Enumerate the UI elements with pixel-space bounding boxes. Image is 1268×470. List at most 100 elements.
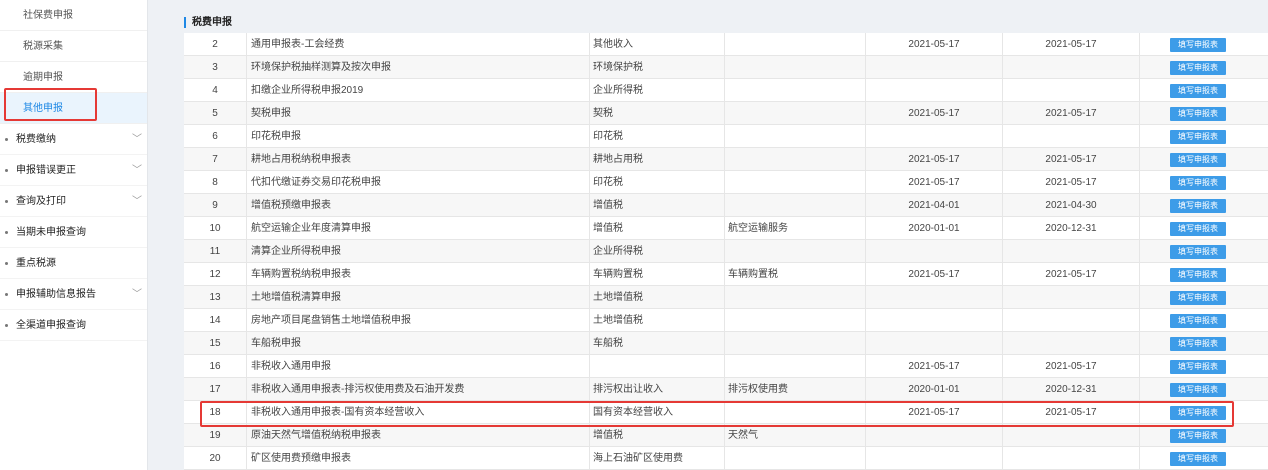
period-end-cell: 2021-05-17 <box>1003 171 1140 194</box>
tax-type-cell: 海上石油矿区使用费 <box>590 447 725 470</box>
action-cell: 填写申报表 <box>1140 424 1268 447</box>
tax-type-cell: 环境保护税 <box>590 56 725 79</box>
action-cell: 填写申报表 <box>1140 286 1268 309</box>
sidebar-item-key-tax-source[interactable]: 重点税源 <box>0 248 147 279</box>
row-number-cell: 20 <box>184 447 247 470</box>
tax-item-cell <box>725 240 866 263</box>
sidebar-subitem-tax-source[interactable]: 税源采集 <box>0 31 147 62</box>
action-cell: 填写申报表 <box>1140 148 1268 171</box>
sidebar-item-aux-info-report[interactable]: 申报辅助信息报告 ﹀ <box>0 279 147 310</box>
period-start-cell: 2021-05-17 <box>866 263 1003 286</box>
tax-type-cell: 土地增值税 <box>590 286 725 309</box>
period-start-cell <box>866 309 1003 332</box>
bullet-icon <box>5 262 8 265</box>
fill-declaration-button[interactable]: 填写申报表 <box>1170 314 1226 328</box>
sidebar-item-correction[interactable]: 申报错误更正 ﹀ <box>0 155 147 186</box>
period-start-cell <box>866 286 1003 309</box>
tax-type-cell: 车船税 <box>590 332 725 355</box>
declaration-name-cell: 代扣代缴证券交易印花税申报 <box>247 171 590 194</box>
tax-type-cell: 企业所得税 <box>590 79 725 102</box>
bullet-icon <box>5 324 8 327</box>
declaration-name-cell: 印花税申报 <box>247 125 590 148</box>
period-end-cell: 2021-05-17 <box>1003 102 1140 125</box>
declaration-name-cell: 非税收入通用申报表-国有资本经营收入 <box>247 401 590 424</box>
tax-type-cell: 增值税 <box>590 424 725 447</box>
sidebar-subitem-overdue[interactable]: 逾期申报 <box>0 62 147 93</box>
action-cell: 填写申报表 <box>1140 217 1268 240</box>
row-number-cell: 5 <box>184 102 247 125</box>
fill-declaration-button[interactable]: 填写申报表 <box>1170 360 1226 374</box>
table-row: 16 非税收入通用申报 2021-05-17 2021-05-17 填写申报表 <box>184 355 1268 378</box>
action-cell: 填写申报表 <box>1140 33 1268 56</box>
period-start-cell: 2021-04-01 <box>866 194 1003 217</box>
table-row: 4 扣缴企业所得税申报2019 企业所得税 填写申报表 <box>184 79 1268 102</box>
fill-declaration-button[interactable]: 填写申报表 <box>1170 222 1226 236</box>
fill-declaration-button[interactable]: 填写申报表 <box>1170 245 1226 259</box>
fill-declaration-button[interactable]: 填写申报表 <box>1170 383 1226 397</box>
table-row: 19 原油天然气增值税纳税申报表 增值税 天然气 填写申报表 <box>184 424 1268 447</box>
declaration-name-cell: 通用申报表-工会经费 <box>247 33 590 56</box>
action-cell: 填写申报表 <box>1140 125 1268 148</box>
chevron-down-icon: ﹀ <box>132 134 142 145</box>
sidebar-item-label: 税费缴纳 <box>16 134 56 145</box>
sidebar: 社保费申报 税源采集 逾期申报 其他申报 税费缴纳 ﹀ 申报错误更正 ﹀ 查询及… <box>0 0 148 470</box>
period-start-cell <box>866 332 1003 355</box>
fill-declaration-button[interactable]: 填写申报表 <box>1170 337 1226 351</box>
sidebar-item-omnichannel-query[interactable]: 全渠道申报查询 <box>0 310 147 341</box>
period-start-cell: 2021-05-17 <box>866 148 1003 171</box>
sidebar-subitem-social-security[interactable]: 社保费申报 <box>0 0 147 31</box>
row-number-cell: 2 <box>184 33 247 56</box>
fill-declaration-button[interactable]: 填写申报表 <box>1170 406 1226 420</box>
table-row: 3 环境保护税抽样测算及按次申报 环境保护税 填写申报表 <box>184 56 1268 79</box>
fill-declaration-button[interactable]: 填写申报表 <box>1170 153 1226 167</box>
fill-declaration-button[interactable]: 填写申报表 <box>1170 199 1226 213</box>
tax-type-cell: 印花税 <box>590 171 725 194</box>
fill-declaration-button[interactable]: 填写申报表 <box>1170 268 1226 282</box>
fill-declaration-button[interactable]: 填写申报表 <box>1170 84 1226 98</box>
period-start-cell: 2021-05-17 <box>866 401 1003 424</box>
fill-declaration-button[interactable]: 填写申报表 <box>1170 429 1226 443</box>
action-cell: 填写申报表 <box>1140 56 1268 79</box>
row-number-cell: 7 <box>184 148 247 171</box>
fill-declaration-button[interactable]: 填写申报表 <box>1170 107 1226 121</box>
period-end-cell <box>1003 240 1140 263</box>
period-start-cell <box>866 125 1003 148</box>
declaration-name-cell: 增值税预缴申报表 <box>247 194 590 217</box>
sidebar-item-tax-payment[interactable]: 税费缴纳 ﹀ <box>0 124 147 155</box>
action-cell: 填写申报表 <box>1140 263 1268 286</box>
fill-declaration-button[interactable]: 填写申报表 <box>1170 291 1226 305</box>
sidebar-subitem-other[interactable]: 其他申报 <box>0 93 147 124</box>
tax-type-cell: 其他收入 <box>590 33 725 56</box>
period-end-cell <box>1003 424 1140 447</box>
declaration-name-cell: 矿区使用费预缴申报表 <box>247 447 590 470</box>
app-root: 社保费申报 税源采集 逾期申报 其他申报 税费缴纳 ﹀ 申报错误更正 ﹀ 查询及… <box>0 0 1268 470</box>
tax-item-cell <box>725 355 866 378</box>
tax-item-cell: 航空运输服务 <box>725 217 866 240</box>
sidebar-item-label: 申报错误更正 <box>16 165 76 176</box>
sidebar-item-undeclared-query[interactable]: 当期未申报查询 <box>0 217 147 248</box>
declaration-name-cell: 航空运输企业年度清算申报 <box>247 217 590 240</box>
row-number-cell: 14 <box>184 309 247 332</box>
bullet-icon <box>5 138 8 141</box>
tax-item-cell <box>725 79 866 102</box>
tax-item-cell: 排污权使用费 <box>725 378 866 401</box>
period-start-cell: 2021-05-17 <box>866 171 1003 194</box>
row-number-cell: 9 <box>184 194 247 217</box>
tax-type-cell <box>590 355 725 378</box>
sidebar-item-query-print[interactable]: 查询及打印 ﹀ <box>0 186 147 217</box>
fill-declaration-button[interactable]: 填写申报表 <box>1170 61 1226 75</box>
tax-item-cell <box>725 33 866 56</box>
declaration-name-cell: 车辆购置税纳税申报表 <box>247 263 590 286</box>
fill-declaration-button[interactable]: 填写申报表 <box>1170 38 1226 52</box>
declaration-name-cell: 清算企业所得税申报 <box>247 240 590 263</box>
declaration-name-cell: 房地产项目尾盘销售土地增值税申报 <box>247 309 590 332</box>
period-end-cell <box>1003 56 1140 79</box>
fill-declaration-button[interactable]: 填写申报表 <box>1170 176 1226 190</box>
table-row: 17 非税收入通用申报表-排污权使用费及石油开发费 排污权出让收入 排污权使用费 202… <box>184 378 1268 401</box>
fill-declaration-button[interactable]: 填写申报表 <box>1170 130 1226 144</box>
period-end-cell: 2021-05-17 <box>1003 263 1140 286</box>
period-end-cell <box>1003 332 1140 355</box>
tax-type-cell: 耕地占用税 <box>590 148 725 171</box>
fill-declaration-button[interactable]: 填写申报表 <box>1170 452 1226 466</box>
table-row: 8 代扣代缴证券交易印花税申报 印花税 2021-05-17 2021-05-17 填写申… <box>184 171 1268 194</box>
